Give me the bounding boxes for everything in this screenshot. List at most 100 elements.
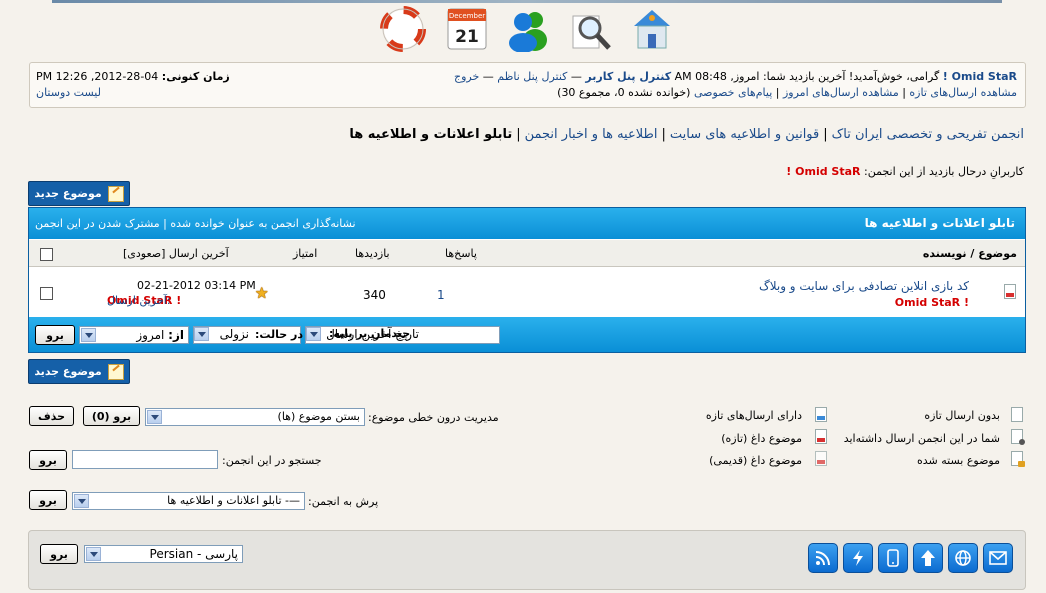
logout-link[interactable]: خروج xyxy=(454,70,479,83)
friends-list-link[interactable]: لیست دوستان xyxy=(36,86,101,99)
legend-hot-new: موضوع داغ (تازه) xyxy=(721,432,802,445)
from-label: از: xyxy=(168,328,184,342)
new-posts-icon xyxy=(815,407,827,422)
breadcrumb-item-home[interactable]: انجمن تفریحی و تخصصی ایران تاک xyxy=(832,127,1024,142)
moderation-label: مدیریت درون خطی موضوع: xyxy=(368,411,499,424)
moderation-go-button[interactable]: برو (0) xyxy=(83,406,140,426)
welcome-text: گرامی، خوش‌آمدید! آخرین بازدید شما: امرو… xyxy=(674,70,940,83)
new-posts-link[interactable]: مشاهده ارسال‌های تازه xyxy=(909,86,1017,99)
order-value: نزولی xyxy=(219,327,249,341)
hot-new-icon xyxy=(815,429,827,444)
arrow-up-icon[interactable] xyxy=(913,543,943,573)
from-value: امروز xyxy=(136,328,165,342)
breadcrumb-current: تابلو اعلانات و اطلاعیه ها xyxy=(349,127,513,142)
calendar-month: December xyxy=(449,12,485,20)
sort-by-select[interactable]: تاریخ آخرین ارسال xyxy=(305,326,423,344)
posted-in-icon xyxy=(1011,429,1025,445)
user-info-bar: Omid StaR ! گرامی، خوش‌آمدید! آخرین بازد… xyxy=(29,62,1026,108)
private-messages-link[interactable]: پیام‌های خصوصی xyxy=(694,86,772,99)
hot-old-icon xyxy=(815,451,827,466)
sort-bar: چیدمان بر پایه: تاریخ آخرین ارسال در حال… xyxy=(29,317,1025,352)
calendar-icon[interactable]: December 21 xyxy=(444,6,490,52)
jump-go-button[interactable]: برو xyxy=(29,490,67,510)
topic-status-icon xyxy=(1004,284,1016,299)
topic-author[interactable]: Omid StaR ! xyxy=(895,296,969,309)
pm-count: (خوانده نشده 0، مجموع 30) xyxy=(557,86,691,99)
home-icon[interactable] xyxy=(629,6,675,52)
separator: | xyxy=(823,127,828,142)
last-post-date: 02-21-2012 03:14 PM xyxy=(137,279,256,292)
column-rating[interactable]: امتیاز xyxy=(293,247,317,260)
lifebuoy-icon[interactable] xyxy=(380,6,426,52)
jump-label: پرش به انجمن: xyxy=(308,495,379,508)
new-topic-label: موضوع جدید xyxy=(34,365,102,378)
moderation-select[interactable]: بستن موضوع (ها) xyxy=(145,408,365,426)
members-icon[interactable] xyxy=(505,6,551,53)
forum-options[interactable]: نشانه‌گذاری انجمن به عنوان خوانده شده | … xyxy=(35,217,356,230)
row-select-checkbox[interactable] xyxy=(40,287,53,300)
new-topic-icon xyxy=(107,363,124,380)
email-icon[interactable] xyxy=(983,543,1013,573)
legend-no-new-posts: بدون ارسال تازه xyxy=(924,409,1000,422)
breadcrumb-item-rules[interactable]: قوانین و اطلاعیه های سایت xyxy=(670,127,819,142)
hot-topic-icon xyxy=(1004,284,1016,299)
forum-viewers: کاربرانِ درحال بازدید از این انجمن: Omid… xyxy=(786,165,1024,178)
legend-new-posts: دارای ارسال‌های تازه xyxy=(705,409,802,422)
language-value: پارسی - Persian xyxy=(149,547,238,561)
new-topic-label: موضوع جدید xyxy=(34,187,102,200)
legend-hot-old: موضوع داغ (قدیمی) xyxy=(709,454,802,467)
sort-go-button[interactable]: برو xyxy=(35,325,75,345)
jump-select[interactable]: —- تابلو اعلانات و اطلاعیه ها xyxy=(72,492,305,510)
new-topic-button-bottom[interactable]: موضوع جدید xyxy=(28,359,130,384)
rating-star-icon: ★ xyxy=(255,284,269,302)
jump-value: —- تابلو اعلانات و اطلاعیه ها xyxy=(167,494,300,507)
forum-table: تابلو اعلانات و اطلاعیه ها نشانه‌گذاری ا… xyxy=(28,207,1026,353)
search-icon[interactable] xyxy=(567,6,613,52)
welcome-username[interactable]: Omid StaR ! xyxy=(943,70,1017,83)
breadcrumb: انجمن تفریحی و تخصصی ایران تاک | قوانین و … xyxy=(349,127,1024,142)
search-forum-go-button[interactable]: برو xyxy=(29,450,67,470)
breadcrumb-item-news[interactable]: اطلاعیه ها و اخبار انجمن xyxy=(525,127,658,142)
order-select[interactable]: نزولی xyxy=(193,326,253,344)
viewers-label: کاربرانِ درحال بازدید از این انجمن: xyxy=(864,165,1024,178)
mobile-icon[interactable] xyxy=(878,543,908,573)
sort-by-value: تاریخ آخرین ارسال xyxy=(326,327,419,341)
control-panel-link[interactable]: کنترل پنل کاربر xyxy=(585,70,671,83)
legend-posted-in: شما در این انجمن ارسال داشته‌اید xyxy=(843,432,1000,445)
lightning-icon[interactable] xyxy=(843,543,873,573)
today-posts-link[interactable]: مشاهده ارسال‌های امروز xyxy=(783,86,899,99)
column-header-row: موضوع / نویسنده پاسخ‌ها بازدیدها امتیاز … xyxy=(29,240,1025,267)
admin-panel-link[interactable]: کنترل پنل ناظم xyxy=(497,70,567,83)
current-time-label: زمان کنونی: xyxy=(161,70,230,83)
globe-icon[interactable] xyxy=(948,543,978,573)
column-views[interactable]: بازدیدها xyxy=(355,247,390,260)
forum-title: تابلو اعلانات و اطلاعیه ها xyxy=(864,216,1015,230)
header-banner-strip xyxy=(52,0,1002,3)
last-post-label[interactable]: آخرین ارسال: xyxy=(107,294,171,307)
separator: | xyxy=(516,127,521,142)
rss-icon[interactable] xyxy=(808,543,838,573)
new-topic-icon xyxy=(107,185,124,202)
order-label: در حالت: xyxy=(255,328,304,341)
delete-button[interactable]: حذف xyxy=(29,406,74,426)
language-select[interactable]: پارسی - Persian xyxy=(84,545,243,563)
moderation-value: بستن موضوع (ها) xyxy=(277,410,360,423)
from-date-select[interactable]: از: امروز xyxy=(79,326,189,344)
topic-views: 340 xyxy=(363,288,386,302)
footer-bar: پارسی - Persian برو xyxy=(28,530,1026,590)
language-go-button[interactable]: برو xyxy=(40,544,78,564)
separator: | xyxy=(661,127,666,142)
new-topic-button[interactable]: موضوع جدید xyxy=(28,181,130,206)
current-time-value: 04-28-2012, 12:26 PM xyxy=(36,70,159,83)
table-row: کد بازی انلاین تصادفی برای سایت و وبلاگ … xyxy=(29,267,1025,317)
column-topic[interactable]: موضوع / نویسنده xyxy=(923,247,1017,260)
search-forum-input[interactable] xyxy=(72,450,218,469)
topic-replies[interactable]: 1 xyxy=(437,288,445,302)
forum-header: تابلو اعلانات و اطلاعیه ها نشانه‌گذاری ا… xyxy=(29,208,1025,239)
column-last-post[interactable]: آخرین ارسال [صعودی] xyxy=(123,247,229,260)
viewer-username[interactable]: Omid StaR ! xyxy=(786,165,860,178)
select-all-checkbox[interactable] xyxy=(40,248,53,261)
column-replies[interactable]: پاسخ‌ها xyxy=(445,247,477,260)
lock-icon xyxy=(1011,451,1025,467)
topic-title-link[interactable]: کد بازی انلاین تصادفی برای سایت و وبلاگ xyxy=(759,279,969,293)
